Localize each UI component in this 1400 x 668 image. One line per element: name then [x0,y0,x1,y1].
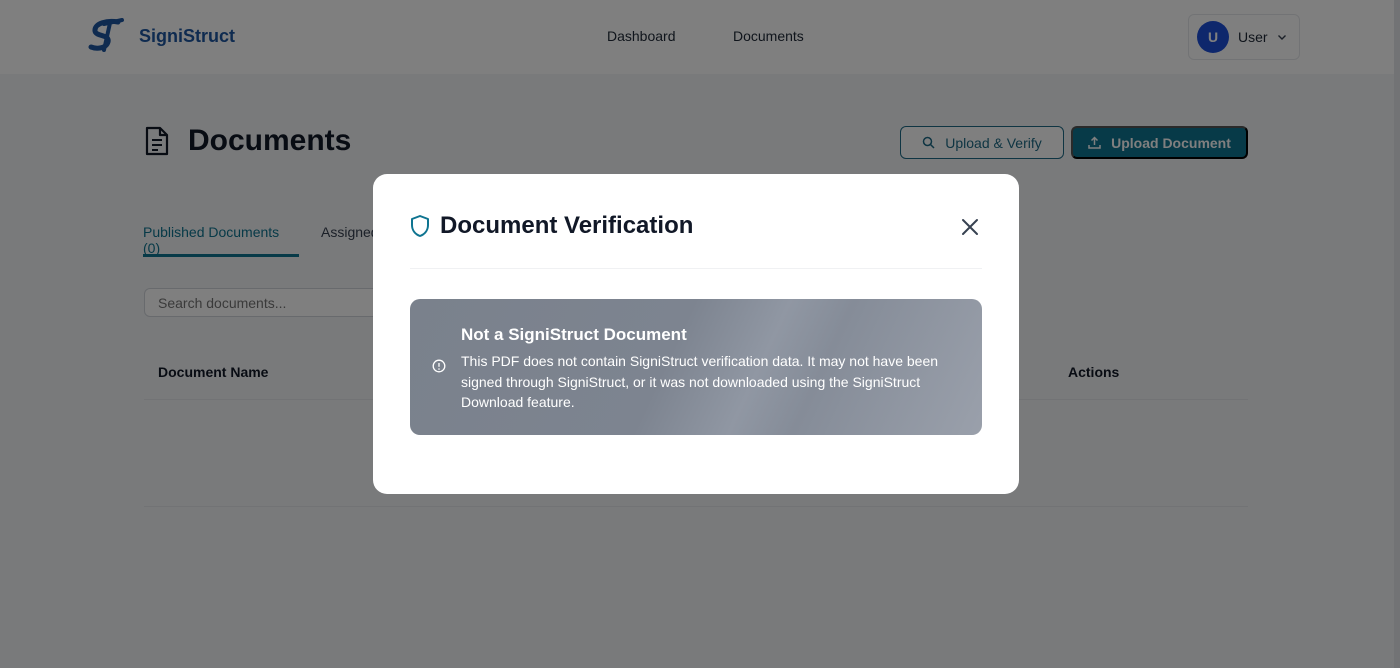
close-icon[interactable] [959,216,981,238]
alert-title: Not a SigniStruct Document [461,325,687,344]
modal-header: Document Verification [410,212,693,240]
verification-modal: Document Verification Not a SigniStruct … [373,174,1019,494]
shield-icon [411,215,429,237]
verification-alert: Not a SigniStruct Document This PDF does… [410,299,982,435]
modal-title: Document Verification [440,212,694,239]
info-icon [432,359,446,373]
modal-divider [410,268,982,269]
alert-message: This PDF does not contain SigniStruct ve… [461,353,939,410]
